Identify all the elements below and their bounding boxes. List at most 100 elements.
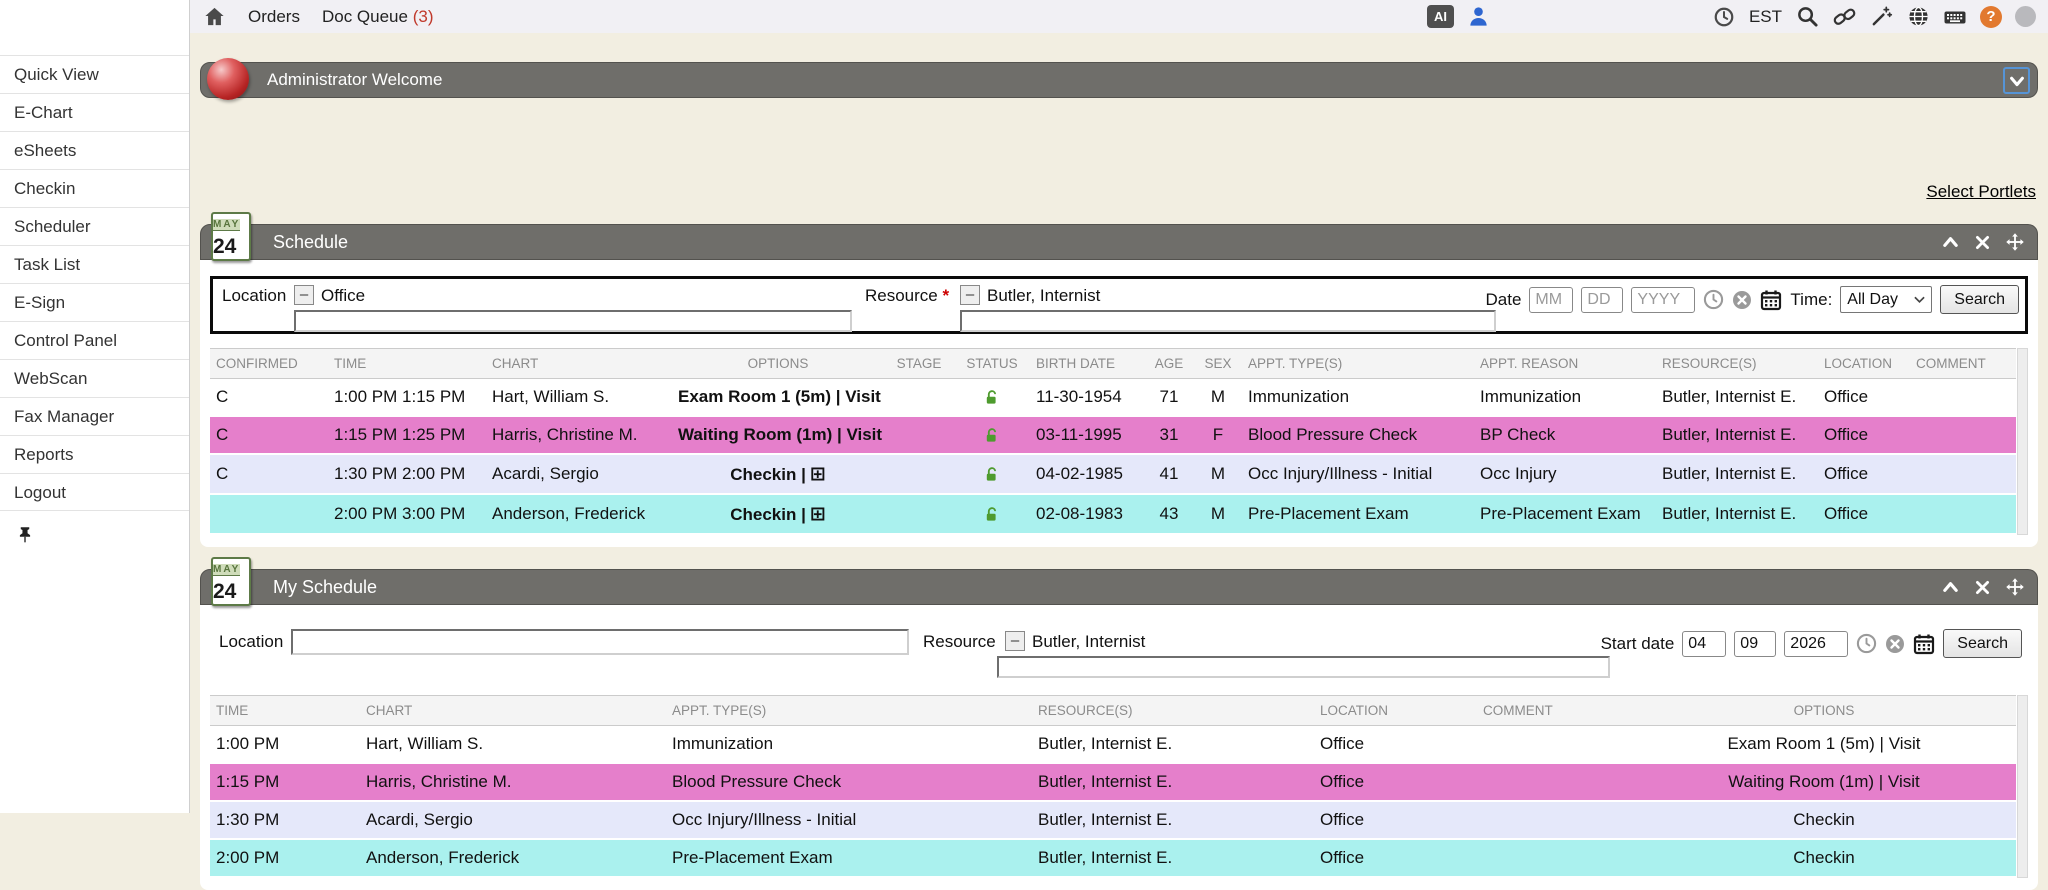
orders-link[interactable]: Orders bbox=[248, 7, 300, 27]
time-picker-icon[interactable] bbox=[1856, 633, 1877, 654]
close-portlet-icon[interactable] bbox=[1972, 232, 1993, 253]
appointment-option-link[interactable]: Waiting Room (1m) | Visit bbox=[1728, 772, 1919, 791]
collapse-resource-button[interactable]: – bbox=[1005, 631, 1025, 651]
appointment-option-link[interactable]: Waiting Room (1m) | Visit bbox=[678, 425, 882, 444]
cell-location: Office bbox=[1818, 494, 1910, 534]
unlocked-icon[interactable] bbox=[984, 427, 1000, 445]
appointment-option-link[interactable]: Checkin bbox=[1793, 848, 1854, 867]
move-portlet-icon[interactable] bbox=[2004, 577, 2025, 598]
sidebar-item-logout[interactable]: Logout bbox=[0, 473, 189, 511]
schedule-table-wrap: CONFIRMED TIME CHART OPTIONS STAGE STATU… bbox=[210, 348, 2028, 535]
col-header-birth-date: BIRTH DATE bbox=[1030, 349, 1144, 379]
calendar-picker-icon[interactable] bbox=[1913, 633, 1935, 655]
sidebar: Quick View E-Chart eSheets Checkin Sched… bbox=[0, 0, 190, 813]
cell-stage bbox=[884, 494, 954, 534]
pin-sidebar-icon[interactable] bbox=[13, 522, 37, 546]
help-icon[interactable]: ? bbox=[1980, 6, 2002, 28]
schedule-row[interactable]: 2:00 PM 3:00 PM Anderson, Frederick Chec… bbox=[210, 494, 2016, 534]
keyboard-icon[interactable] bbox=[1943, 5, 1967, 29]
sidebar-item-control-panel[interactable]: Control Panel bbox=[0, 321, 189, 359]
location-search-input[interactable] bbox=[291, 629, 909, 655]
doc-queue-label: Doc Queue bbox=[322, 7, 408, 26]
my-schedule-search-button[interactable]: Search bbox=[1943, 629, 2022, 658]
start-date-month-input[interactable] bbox=[1682, 631, 1726, 657]
appointment-option-link[interactable]: Exam Room 1 (5m) | Visit bbox=[678, 387, 881, 406]
clear-date-icon[interactable] bbox=[1885, 634, 1905, 654]
globe-icon[interactable] bbox=[1906, 5, 1930, 29]
unlocked-icon[interactable] bbox=[984, 506, 1000, 524]
cell-appt-types: Blood Pressure Check bbox=[666, 763, 1032, 801]
sidebar-item-quick-view[interactable]: Quick View bbox=[0, 55, 189, 93]
schedule-row[interactable]: C 1:15 PM 1:25 PM Harris, Christine M. W… bbox=[210, 416, 2016, 454]
select-portlets-link[interactable]: Select Portlets bbox=[1926, 182, 2036, 201]
link-icon[interactable] bbox=[1832, 5, 1856, 29]
resource-search-input[interactable] bbox=[997, 656, 1610, 678]
magic-wand-icon[interactable] bbox=[1869, 5, 1893, 29]
sidebar-item-checkin[interactable]: Checkin bbox=[0, 169, 189, 207]
my-schedule-row[interactable]: 1:15 PM Harris, Christine M. Blood Press… bbox=[210, 763, 2016, 801]
sidebar-menu: Quick View E-Chart eSheets Checkin Sched… bbox=[0, 55, 189, 511]
timezone-label: EST bbox=[1749, 7, 1782, 27]
sidebar-item-reports[interactable]: Reports bbox=[0, 435, 189, 473]
cell-status bbox=[954, 416, 1030, 454]
sidebar-item-e-chart[interactable]: E-Chart bbox=[0, 93, 189, 131]
cell-age: 43 bbox=[1144, 494, 1194, 534]
cell-options: Exam Room 1 (5m) | Visit bbox=[672, 379, 884, 417]
start-date-day-input[interactable] bbox=[1734, 631, 1776, 657]
sidebar-item-esheets[interactable]: eSheets bbox=[0, 131, 189, 169]
time-select[interactable]: All Day bbox=[1840, 286, 1932, 313]
appointment-option-link[interactable]: Checkin | bbox=[730, 505, 806, 524]
status-sphere-icon bbox=[207, 58, 249, 100]
date-day-input[interactable] bbox=[1581, 287, 1623, 313]
sidebar-item-scheduler[interactable]: Scheduler bbox=[0, 207, 189, 245]
unlocked-icon[interactable] bbox=[984, 466, 1000, 484]
schedule-portlet-header: MAY 24 Schedule bbox=[200, 224, 2038, 260]
clear-date-icon[interactable] bbox=[1732, 290, 1752, 310]
collapse-portlet-icon[interactable] bbox=[1940, 232, 1961, 253]
my-schedule-row[interactable]: 1:30 PM Acardi, Sergio Occ Injury/Illnes… bbox=[210, 801, 2016, 839]
clock-icon[interactable] bbox=[1712, 5, 1736, 29]
boxed-plus-icon[interactable]: ⊞ bbox=[810, 503, 826, 525]
cell-chart: Hart, William S. bbox=[486, 379, 672, 417]
date-month-input[interactable] bbox=[1529, 287, 1573, 313]
sidebar-item-task-list[interactable]: Task List bbox=[0, 245, 189, 283]
collapse-location-button[interactable]: – bbox=[294, 285, 314, 305]
resource-label: Resource bbox=[923, 632, 996, 652]
resource-search-input[interactable] bbox=[960, 310, 1496, 332]
collapse-portlet-icon[interactable] bbox=[1940, 577, 1961, 598]
boxed-plus-icon[interactable]: ⊞ bbox=[810, 463, 826, 485]
sidebar-item-e-sign[interactable]: E-Sign bbox=[0, 283, 189, 321]
appointment-option-link[interactable]: Checkin | bbox=[730, 465, 806, 484]
user-profile-icon[interactable] bbox=[1467, 5, 1491, 29]
cell-time: 2:00 PM 3:00 PM bbox=[328, 494, 486, 534]
close-portlet-icon[interactable] bbox=[1972, 577, 1993, 598]
start-date-year-input[interactable] bbox=[1784, 631, 1848, 657]
welcome-collapse-button[interactable] bbox=[2003, 67, 2030, 94]
home-icon[interactable] bbox=[202, 5, 226, 29]
schedule-row[interactable]: C 1:30 PM 2:00 PM Acardi, Sergio Checkin… bbox=[210, 454, 2016, 494]
col-header-location: LOCATION bbox=[1818, 349, 1910, 379]
my-schedule-row[interactable]: 1:00 PM Hart, William S. Immunization Bu… bbox=[210, 726, 2016, 764]
cell-time: 1:00 PM bbox=[210, 726, 360, 764]
move-portlet-icon[interactable] bbox=[2004, 232, 2025, 253]
cell-chart: Harris, Christine M. bbox=[360, 763, 666, 801]
calendar-picker-icon[interactable] bbox=[1760, 289, 1782, 311]
sidebar-item-webscan[interactable]: WebScan bbox=[0, 359, 189, 397]
collapse-resource-button[interactable]: – bbox=[960, 285, 980, 305]
cell-resources: Butler, Internist E. bbox=[1032, 801, 1314, 839]
sidebar-item-fax-manager[interactable]: Fax Manager bbox=[0, 397, 189, 435]
appointment-option-link[interactable]: Exam Room 1 (5m) | Visit bbox=[1727, 734, 1920, 753]
doc-queue-link[interactable]: Doc Queue (3) bbox=[322, 7, 434, 27]
schedule-search-button[interactable]: Search bbox=[1940, 285, 2019, 314]
schedule-row[interactable]: C 1:00 PM 1:15 PM Hart, William S. Exam … bbox=[210, 379, 2016, 417]
my-schedule-row[interactable]: 2:00 PM Anderson, Frederick Pre-Placemen… bbox=[210, 839, 2016, 877]
unlocked-icon[interactable] bbox=[984, 389, 1000, 407]
cell-appt-types: Pre-Placement Exam bbox=[1242, 494, 1474, 534]
location-search-input[interactable] bbox=[294, 310, 852, 332]
location-label: Location bbox=[222, 286, 286, 306]
search-icon[interactable] bbox=[1795, 5, 1819, 29]
date-year-input[interactable] bbox=[1631, 287, 1695, 313]
presence-status-icon[interactable] bbox=[2015, 6, 2036, 27]
time-picker-icon[interactable] bbox=[1703, 289, 1724, 310]
ai-assistant-button[interactable]: AI bbox=[1427, 5, 1454, 28]
